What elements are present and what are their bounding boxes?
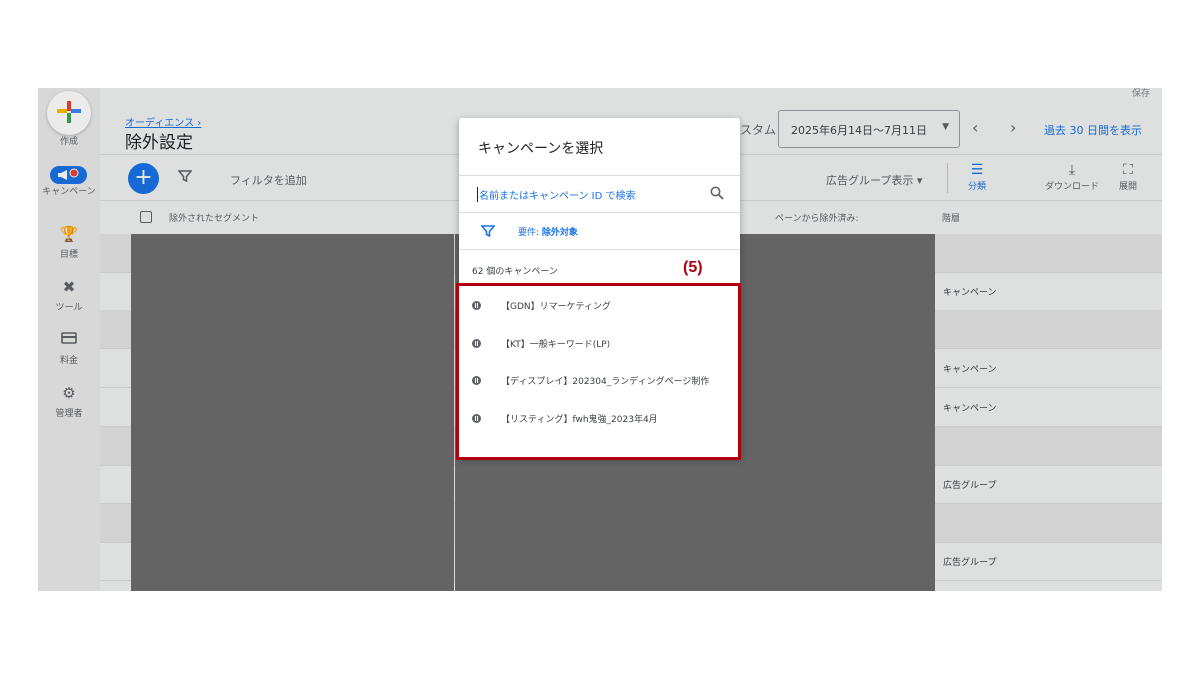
requirement-value: 除外対象 — [541, 228, 578, 238]
filter-icon — [481, 225, 495, 238]
divider — [459, 212, 740, 213]
callout-box — [456, 283, 741, 460]
campaign-count: 62 個のキャンペーン — [472, 267, 558, 277]
search-icon[interactable] — [710, 186, 724, 200]
divider — [459, 175, 740, 176]
campaign-search-input[interactable]: 名前またはキャンペーン ID で検索 — [477, 187, 636, 202]
dialog-title: キャンペーンを選択 — [478, 141, 604, 157]
requirement-chip[interactable]: 要件: 除外対象 — [518, 225, 578, 238]
divider — [459, 249, 740, 250]
callout-label: (5) — [683, 259, 703, 276]
requirement-prefix: 要件: — [518, 228, 542, 238]
